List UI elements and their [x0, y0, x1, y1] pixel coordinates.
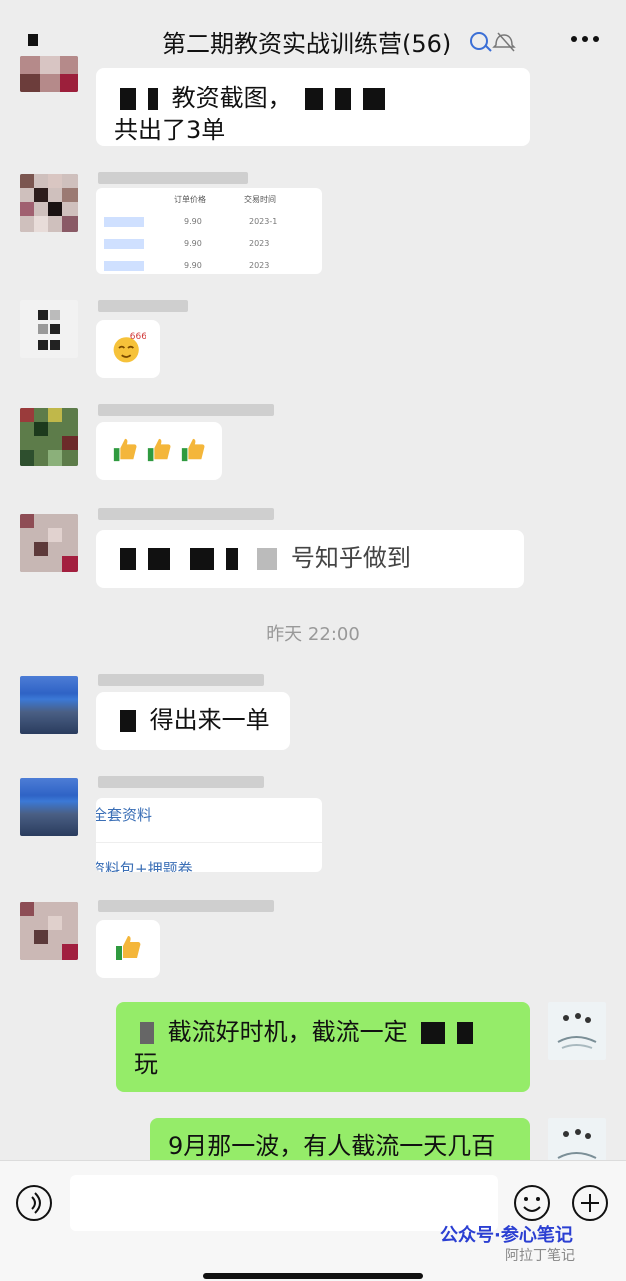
thumbs-up-icon: [116, 936, 141, 960]
avatar[interactable]: [20, 300, 78, 358]
table-cell: 9.90: [184, 261, 202, 270]
avatar[interactable]: [548, 1002, 606, 1060]
message-text: 得出来一单: [149, 706, 270, 734]
title-status-icons: [470, 32, 516, 52]
avatar[interactable]: [20, 174, 78, 232]
thumbs-up-icon: [147, 438, 171, 462]
chat-area[interactable]: 教资截图， 共出了3单 订单价格 交易时间 9.90 2023-1 9.90 2…: [0, 56, 626, 1176]
message-bubble[interactable]: [96, 422, 222, 480]
column-header: 订单价格: [174, 195, 206, 204]
table-cell: 9.90: [184, 239, 202, 248]
avatar[interactable]: [20, 514, 78, 572]
message-text: 玩: [134, 1050, 158, 1078]
message-text: 号知乎做到: [290, 544, 411, 572]
thumbs-up-icon: [181, 438, 205, 462]
avatar[interactable]: [20, 676, 78, 734]
666-face-emoji: 666: [113, 332, 146, 363]
emoji-text: 666: [130, 332, 146, 342]
card-subtitle: 资料包+押题卷: [96, 860, 193, 872]
add-icon[interactable]: [570, 1183, 610, 1223]
message-text: 教资截图，: [171, 84, 292, 112]
sender-name: [98, 172, 248, 186]
card-title: 全套资料: [96, 806, 153, 824]
message-bubble[interactable]: [96, 920, 160, 978]
avatar[interactable]: [20, 902, 78, 960]
sender-name: [98, 508, 274, 522]
link-card[interactable]: 全套资料 资料包+押题卷: [96, 798, 322, 872]
sender-name: [98, 300, 188, 314]
message-text: 9月那一波，有人截流一天几百: [168, 1132, 496, 1160]
table-cell: 9.90: [184, 217, 202, 226]
watermark-secondary: 阿拉丁笔记: [505, 1248, 575, 1264]
table-cell: 2023: [249, 239, 270, 248]
message-bubble[interactable]: 号知乎做到: [96, 530, 524, 588]
message-text: 共出了3单: [114, 116, 226, 144]
home-indicator: [203, 1273, 423, 1279]
sender-name: [98, 404, 274, 418]
message-bubble-sent[interactable]: 截流好时机，截流一定 玩: [116, 1002, 530, 1092]
back-icon[interactable]: [28, 34, 38, 46]
message-text: 截流好时机，截流一定: [167, 1018, 408, 1046]
message-input[interactable]: [70, 1175, 498, 1231]
thumbs-up-icon: [113, 438, 137, 462]
table-cell: 2023: [249, 261, 270, 270]
chat-title: 第二期教资实战训练营(56): [162, 30, 452, 58]
sender-name: [98, 900, 274, 914]
avatar[interactable]: [20, 408, 78, 466]
table-screenshot-image[interactable]: 订单价格 交易时间 9.90 2023-1 9.90 2023 9.90 202…: [96, 188, 322, 274]
sender-name: [98, 776, 264, 790]
header: 第二期教资实战训练营(56): [0, 0, 626, 78]
watermark: 公众号·参心笔记: [440, 1225, 573, 1246]
timestamp: 昨天 22:00: [266, 624, 360, 645]
voice-icon[interactable]: [14, 1183, 54, 1223]
message-bubble[interactable]: 教资截图， 共出了3单: [96, 68, 530, 146]
table-cell: 2023-1: [249, 217, 278, 226]
composer-bar: 公众号·参心笔记 阿拉丁笔记: [0, 1160, 626, 1281]
avatar[interactable]: [20, 56, 78, 92]
message-bubble[interactable]: 得出来一单: [96, 692, 290, 750]
avatar[interactable]: [20, 778, 78, 836]
message-bubble[interactable]: 666: [96, 320, 160, 378]
column-header: 交易时间: [244, 195, 276, 204]
more-icon[interactable]: [568, 30, 602, 48]
emoji-icon[interactable]: [512, 1183, 552, 1223]
sender-name: [98, 674, 264, 688]
